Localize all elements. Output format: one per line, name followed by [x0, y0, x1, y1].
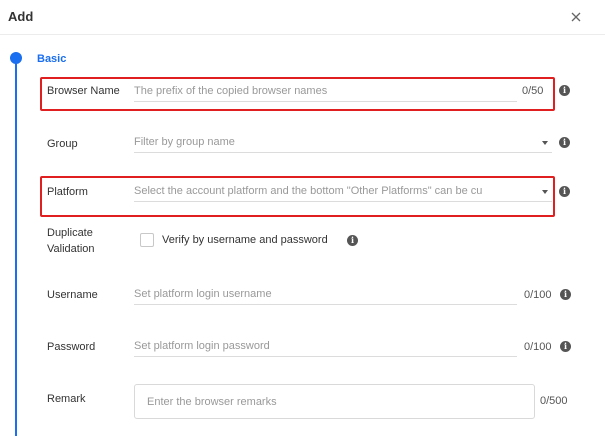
- password-input[interactable]: Set platform login password: [134, 335, 517, 357]
- username-counter: 0/100: [524, 289, 552, 301]
- platform-select[interactable]: Select the account platform and the bott…: [134, 180, 552, 202]
- close-icon[interactable]: [569, 10, 583, 24]
- timeline-line: [15, 62, 17, 436]
- group-placeholder: Filter by group name: [134, 136, 235, 148]
- platform-label: Platform: [47, 186, 88, 198]
- caret-down-icon[interactable]: [542, 141, 548, 145]
- duplicate-validation-label-line1: Duplicate: [47, 227, 93, 239]
- duplicate-validation-label-line2: Validation: [47, 243, 95, 255]
- caret-down-icon[interactable]: [542, 190, 548, 194]
- dialog-title: Add: [8, 9, 34, 24]
- remark-placeholder: Enter the browser remarks: [147, 396, 277, 408]
- browser-name-counter: 0/50: [522, 85, 544, 97]
- info-icon[interactable]: i: [347, 235, 358, 246]
- header-divider: [0, 34, 605, 35]
- username-input[interactable]: Set platform login username: [134, 283, 517, 305]
- password-label: Password: [47, 341, 96, 353]
- verify-checkbox[interactable]: [140, 233, 154, 247]
- remark-textarea[interactable]: Enter the browser remarks: [134, 384, 535, 419]
- timeline-dot: [10, 52, 22, 64]
- verify-checkbox-label[interactable]: Verify by username and password: [162, 234, 328, 246]
- group-select[interactable]: Filter by group name: [134, 131, 552, 153]
- browser-name-input[interactable]: The prefix of the copied browser names: [134, 80, 517, 102]
- remark-label: Remark: [47, 393, 86, 405]
- browser-name-placeholder: The prefix of the copied browser names: [134, 85, 328, 97]
- info-icon[interactable]: i: [559, 186, 570, 197]
- remark-counter: 0/500: [540, 395, 568, 407]
- info-icon[interactable]: i: [559, 85, 570, 96]
- password-placeholder: Set platform login password: [134, 340, 270, 352]
- username-placeholder: Set platform login username: [134, 288, 272, 300]
- browser-name-label: Browser Name: [47, 85, 120, 97]
- section-title-basic: Basic: [37, 53, 67, 65]
- info-icon[interactable]: i: [560, 289, 571, 300]
- info-icon[interactable]: i: [560, 341, 571, 352]
- password-counter: 0/100: [524, 341, 552, 353]
- username-label: Username: [47, 289, 98, 301]
- info-icon[interactable]: i: [559, 137, 570, 148]
- group-label: Group: [47, 138, 78, 150]
- platform-placeholder: Select the account platform and the bott…: [134, 185, 483, 197]
